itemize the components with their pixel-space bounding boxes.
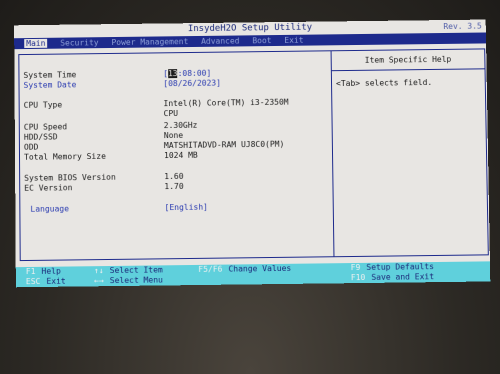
language-row[interactable]: Language [English] (24, 203, 208, 215)
window-title: InsydeH2O Setup Utility (188, 23, 312, 34)
cpu-type-value: Intel(R) Core(TM) i3-2350M (163, 98, 288, 109)
help-title: Item Specific Help (332, 49, 485, 71)
memory-row: Total Memory Size 1024 MB (24, 151, 198, 163)
menu-main[interactable]: Main (24, 39, 47, 48)
odd-value: MATSHITADVD-RAM UJ8C0(PM) (164, 140, 284, 150)
memory-value: 1024 MB (164, 151, 198, 160)
menu-power-management[interactable]: Power Management (111, 37, 188, 47)
language-label: Language (24, 203, 164, 215)
hdd-value: None (164, 131, 183, 140)
help-panel: Item Specific Help <Tab> selects field. (332, 49, 488, 256)
ec-version-value: 1.70 (164, 182, 183, 191)
bios-screen: InsydeH2O Setup Utility Rev. 3.5 Main Se… (14, 20, 490, 288)
system-time-value[interactable]: [13:08:00] (163, 69, 211, 79)
settings-list: System Time [13:08:00] System Date [08/26/… (19, 51, 333, 260)
menu-advanced[interactable]: Advanced (201, 36, 240, 45)
system-date-label: System Date (23, 79, 163, 91)
revision-label: Rev. 3.5 (443, 20, 482, 33)
key-esc-exit: ESC Exit (26, 277, 66, 288)
cpu-type-value-cont: CPU (164, 109, 179, 118)
menu-exit[interactable]: Exit (284, 36, 303, 45)
cpu-speed-value: 2.30GHz (164, 121, 198, 130)
cpu-type-row-cont: CPU (24, 109, 178, 121)
menu-security[interactable]: Security (60, 38, 99, 47)
key-f10-save-exit: F10 Save and Exit (351, 272, 434, 283)
menu-boot[interactable]: Boot (252, 36, 271, 45)
main-panel: System Time [13:08:00] System Date [08/26/… (18, 48, 489, 261)
key-f1-help: F1 Help (26, 267, 61, 277)
system-date-row[interactable]: System Date [08/26/2023] (23, 79, 221, 91)
language-value[interactable]: [English] (165, 203, 209, 213)
ec-version-label: EC Version (24, 182, 164, 194)
help-text: <Tab> selects field. (332, 69, 485, 96)
key-leftright-select-menu: ←→ Select Menu (94, 275, 163, 286)
key-f5f6-change-values: F5/F6 Change Values (198, 264, 291, 275)
ec-version-row: EC Version 1.70 (24, 182, 183, 194)
memory-label: Total Memory Size (24, 151, 164, 163)
time-rest: :08:00] (178, 69, 212, 78)
system-date-value[interactable]: [08/26/2023] (163, 79, 221, 89)
bios-version-value: 1.60 (164, 172, 183, 181)
